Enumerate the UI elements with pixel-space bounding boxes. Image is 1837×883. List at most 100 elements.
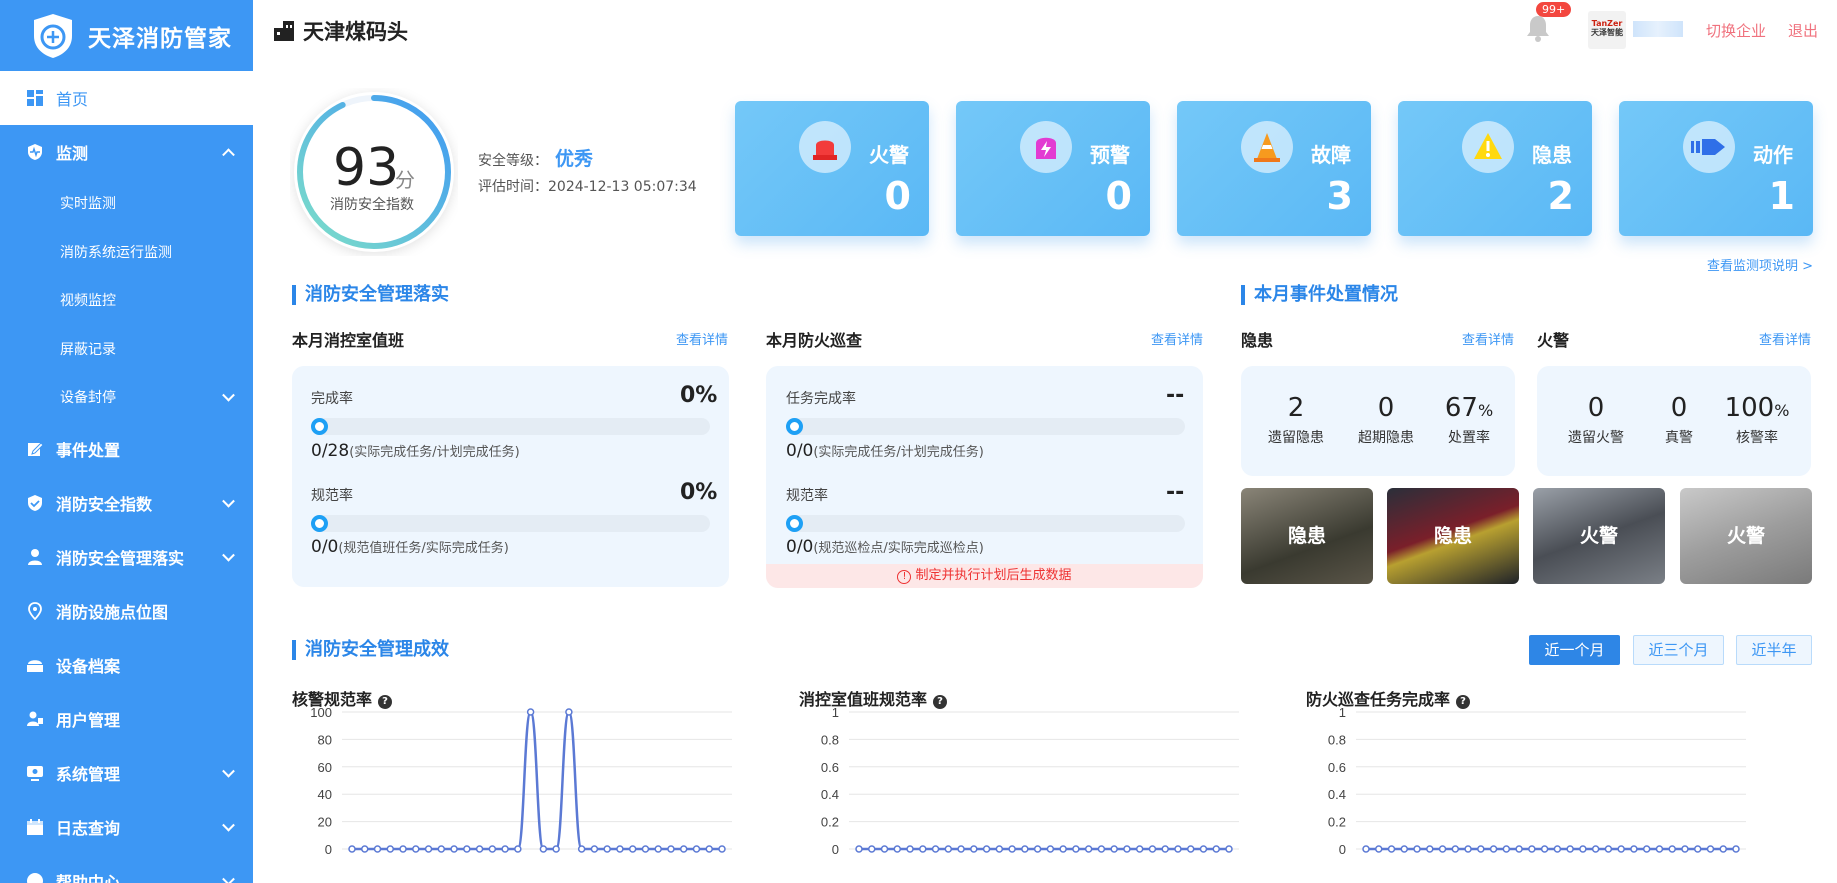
duty-rate-fraction: 0/28(实际完成任务/计划完成任务) bbox=[311, 441, 520, 461]
switch-company-link[interactable]: 切换企业 bbox=[1706, 20, 1766, 41]
rate-number: 100 bbox=[1724, 393, 1775, 423]
patrol-title: 本月防火巡查 bbox=[766, 331, 863, 350]
hazard-detail-link[interactable]: 查看详情 bbox=[1462, 329, 1514, 348]
event-thumbnail[interactable]: 火警 bbox=[1680, 488, 1812, 584]
data-point bbox=[1387, 845, 1396, 853]
sidebar-item-mgmt[interactable]: 消防安全管理落实 bbox=[0, 530, 253, 584]
card-fault[interactable]: 故障 3 bbox=[1177, 101, 1371, 236]
brand-title: 天泽消防管家 bbox=[88, 25, 232, 52]
warning-text: 制定并执行计划后生成数据 bbox=[915, 568, 1072, 583]
progress-handle bbox=[786, 418, 803, 435]
data-point bbox=[539, 845, 548, 853]
logout-link[interactable]: 退出 bbox=[1788, 20, 1818, 41]
sidebar-item-safety-index[interactable]: 消防安全指数 bbox=[0, 476, 253, 530]
sidebar-item-device-archive[interactable]: 设备档案 bbox=[0, 638, 253, 692]
range-6m-button[interactable]: 近半年 bbox=[1736, 635, 1812, 665]
data-point bbox=[970, 845, 978, 853]
progress-handle bbox=[311, 418, 328, 435]
score-label: 消防安全指数 bbox=[330, 197, 414, 213]
sidebar: 天泽消防管家 首页 监测 实时监测 消防系统运行监测 视频监控 屏蔽记录 设备封… bbox=[0, 0, 253, 883]
sidebar-item-home[interactable]: 首页 bbox=[0, 71, 253, 125]
duty-detail-link[interactable]: 查看详情 bbox=[676, 329, 728, 348]
sidebar-item-label: 帮助中心 bbox=[56, 872, 121, 883]
patrol-detail-link[interactable]: 查看详情 bbox=[1151, 329, 1203, 348]
sidebar-subitem-system-run[interactable]: 消防系统运行监测 bbox=[0, 228, 253, 277]
events-section-title: 本月事件处置情况 bbox=[1241, 285, 1398, 305]
data-point bbox=[399, 845, 407, 853]
chevron-down-icon bbox=[222, 764, 235, 778]
fire-stat-label: 核警率 bbox=[1736, 430, 1778, 446]
event-thumbnail[interactable]: 火警 bbox=[1533, 488, 1665, 584]
y-tick-label: 40 bbox=[318, 787, 332, 802]
data-point bbox=[501, 845, 509, 853]
sidebar-item-users[interactable]: 用户管理 bbox=[0, 692, 253, 746]
gear-monitor-icon bbox=[27, 765, 43, 781]
fraction-note: (规范值班任务/实际完成任务) bbox=[338, 541, 509, 556]
data-point bbox=[590, 845, 599, 853]
chevron-down-icon bbox=[222, 872, 235, 883]
user-name-blurred bbox=[1633, 21, 1683, 37]
monitor-explain-link[interactable]: 查看监测项说明 > bbox=[1707, 255, 1813, 274]
sidebar-subitem-realtime[interactable]: 实时监测 bbox=[0, 179, 253, 228]
data-point bbox=[654, 845, 662, 853]
sidebar-subitem-video[interactable]: 视频监控 bbox=[0, 276, 253, 325]
data-point bbox=[552, 845, 560, 853]
data-point bbox=[1046, 845, 1055, 853]
sidebar-item-label: 消防设施点位图 bbox=[56, 602, 169, 622]
calendar-icon bbox=[27, 818, 43, 835]
data-point bbox=[868, 845, 876, 853]
progress-handle bbox=[786, 515, 803, 532]
data-point bbox=[667, 845, 675, 853]
fire-detail-link[interactable]: 查看详情 bbox=[1759, 329, 1811, 348]
sidebar-item-monitor[interactable]: 监测 bbox=[0, 125, 253, 179]
sidebar-item-label: 设备档案 bbox=[56, 656, 121, 676]
duty-title: 本月消控室值班 bbox=[292, 331, 405, 350]
series-line bbox=[352, 710, 722, 851]
sidebar-item-facility-map[interactable]: 消防设施点位图 bbox=[0, 584, 253, 638]
sidebar-item-label: 系统管理 bbox=[56, 764, 121, 784]
edit-icon bbox=[28, 441, 44, 456]
data-point bbox=[1693, 845, 1702, 853]
data-point bbox=[1008, 845, 1016, 853]
sidebar-item-event[interactable]: 事件处置 bbox=[0, 422, 253, 476]
sidebar-item-logs[interactable]: 日志查询 bbox=[0, 800, 253, 854]
card-action[interactable]: 动作 1 bbox=[1619, 101, 1813, 236]
level-value: 优秀 bbox=[555, 148, 594, 170]
card-hazard[interactable]: 隐患 2 bbox=[1398, 101, 1592, 236]
bell-icon[interactable] bbox=[1525, 14, 1551, 42]
site-name: 天津煤码头 bbox=[303, 20, 408, 44]
data-point bbox=[1148, 845, 1157, 853]
sidebar-subitem-device-seal[interactable]: 设备封停 bbox=[0, 373, 253, 422]
hazard-stat-value: 0 bbox=[1377, 393, 1395, 423]
sidebar-subitem-label: 屏蔽记录 bbox=[60, 341, 116, 358]
range-1m-button[interactable]: 近一个月 bbox=[1529, 635, 1620, 665]
thumbnail-label: 隐患 bbox=[1433, 525, 1472, 547]
card-fire-alarm[interactable]: 火警 0 bbox=[735, 101, 929, 236]
event-thumbnail[interactable]: 隐患 bbox=[1241, 488, 1373, 584]
data-point bbox=[1706, 845, 1715, 853]
y-tick-label: 100 bbox=[310, 705, 332, 720]
card-value: 3 bbox=[1326, 174, 1353, 218]
card-value: 0 bbox=[1105, 174, 1132, 218]
event-thumbnail[interactable]: 隐患 bbox=[1387, 488, 1519, 584]
fire-stat-value: 0 bbox=[1670, 393, 1688, 423]
fire-stat-value: 0 bbox=[1587, 393, 1605, 423]
y-tick-label: 80 bbox=[318, 732, 332, 747]
data-point bbox=[1212, 845, 1220, 853]
sidebar-item-help[interactable]: 帮助中心 bbox=[0, 854, 253, 883]
range-3m-button[interactable]: 近三个月 bbox=[1633, 635, 1724, 665]
sidebar-item-system[interactable]: 系统管理 bbox=[0, 746, 253, 800]
data-point bbox=[1174, 845, 1182, 853]
effect-section-title: 消防安全管理成效 bbox=[292, 640, 449, 660]
sidebar-subitem-mask-record[interactable]: 屏蔽记录 bbox=[0, 325, 253, 374]
data-point bbox=[1464, 845, 1472, 853]
y-tick-label: 0.2 bbox=[1328, 815, 1346, 830]
duty-std-value: 0% bbox=[680, 480, 718, 505]
data-point bbox=[1642, 845, 1651, 853]
duty-std-bar bbox=[311, 515, 710, 532]
data-point bbox=[514, 845, 522, 853]
hazard-rate-value: 67% bbox=[1429, 393, 1509, 423]
company-logo[interactable]: TanZer 天泽智能 bbox=[1588, 11, 1626, 49]
card-warning[interactable]: 预警 0 bbox=[956, 101, 1150, 236]
duty-rate-bar bbox=[311, 418, 710, 435]
